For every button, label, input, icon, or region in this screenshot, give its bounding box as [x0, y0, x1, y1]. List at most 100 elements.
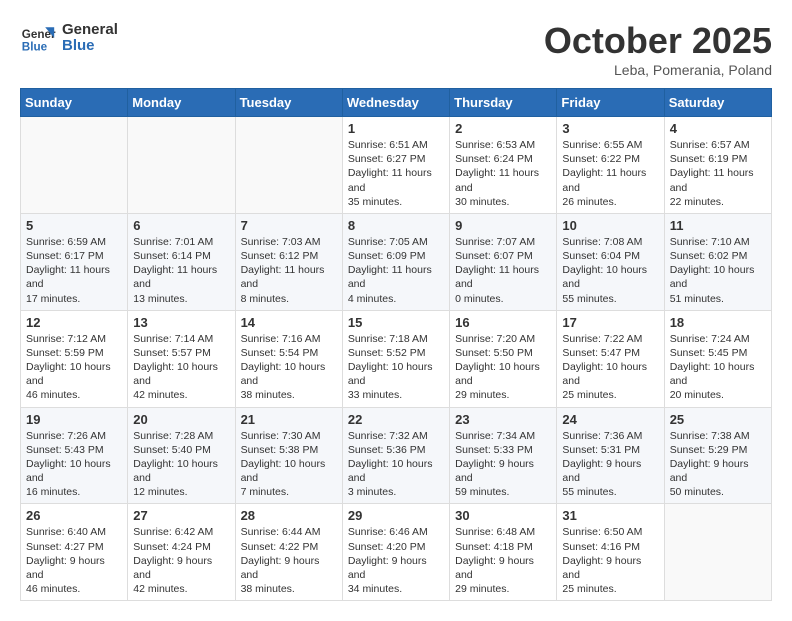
daylight-minutes: 46 minutes. [26, 582, 122, 596]
calendar-cell: 15Sunrise: 7:18 AMSunset: 5:52 PMDayligh… [342, 310, 449, 407]
calendar-cell: 1Sunrise: 6:51 AMSunset: 6:27 PMDaylight… [342, 117, 449, 214]
svg-text:Blue: Blue [22, 41, 48, 54]
col-header-wednesday: Wednesday [342, 89, 449, 117]
daylight-minutes: 16 minutes. [26, 485, 122, 499]
day-number: 28 [241, 508, 337, 523]
daylight-minutes: 25 minutes. [562, 582, 658, 596]
daylight-hours-label: Daylight: 10 hours and [348, 360, 444, 388]
col-header-friday: Friday [557, 89, 664, 117]
title-block: October 2025 Leba, Pomerania, Poland [544, 20, 772, 78]
daylight-hours-label: Daylight: 9 hours and [26, 554, 122, 582]
day-number: 16 [455, 315, 551, 330]
day-number: 31 [562, 508, 658, 523]
calendar-cell: 24Sunrise: 7:36 AMSunset: 5:31 PMDayligh… [557, 407, 664, 504]
calendar-table: SundayMondayTuesdayWednesdayThursdayFrid… [20, 88, 772, 601]
calendar-cell: 18Sunrise: 7:24 AMSunset: 5:45 PMDayligh… [664, 310, 771, 407]
day-number: 24 [562, 412, 658, 427]
daylight-minutes: 4 minutes. [348, 292, 444, 306]
day-number: 19 [26, 412, 122, 427]
daylight-minutes: 38 minutes. [241, 388, 337, 402]
daylight-hours-label: Daylight: 11 hours and [562, 166, 658, 194]
calendar-cell: 23Sunrise: 7:34 AMSunset: 5:33 PMDayligh… [450, 407, 557, 504]
daylight-hours-label: Daylight: 11 hours and [348, 263, 444, 291]
daylight-hours-label: Daylight: 9 hours and [455, 554, 551, 582]
logo-icon: General Blue [20, 20, 56, 56]
calendar-cell: 28Sunrise: 6:44 AMSunset: 4:22 PMDayligh… [235, 504, 342, 601]
day-number: 25 [670, 412, 766, 427]
day-number: 18 [670, 315, 766, 330]
logo-wordmark: General Blue [62, 22, 118, 55]
daylight-minutes: 42 minutes. [133, 388, 229, 402]
calendar-cell [664, 504, 771, 601]
calendar-cell: 30Sunrise: 6:48 AMSunset: 4:18 PMDayligh… [450, 504, 557, 601]
daylight-minutes: 17 minutes. [26, 292, 122, 306]
day-number: 9 [455, 218, 551, 233]
day-number: 29 [348, 508, 444, 523]
day-number: 11 [670, 218, 766, 233]
day-number: 20 [133, 412, 229, 427]
day-number: 30 [455, 508, 551, 523]
location: Leba, Pomerania, Poland [544, 62, 772, 78]
daylight-minutes: 30 minutes. [455, 195, 551, 209]
daylight-minutes: 26 minutes. [562, 195, 658, 209]
daylight-hours-label: Daylight: 11 hours and [455, 263, 551, 291]
month-title: October 2025 [544, 20, 772, 62]
daylight-minutes: 12 minutes. [133, 485, 229, 499]
calendar-cell: 29Sunrise: 6:46 AMSunset: 4:20 PMDayligh… [342, 504, 449, 601]
header-row: SundayMondayTuesdayWednesdayThursdayFrid… [21, 89, 772, 117]
daylight-hours-label: Daylight: 10 hours and [455, 360, 551, 388]
daylight-hours-label: Daylight: 10 hours and [26, 457, 122, 485]
day-number: 8 [348, 218, 444, 233]
daylight-minutes: 29 minutes. [455, 388, 551, 402]
calendar-cell: 16Sunrise: 7:20 AMSunset: 5:50 PMDayligh… [450, 310, 557, 407]
day-number: 7 [241, 218, 337, 233]
daylight-hours-label: Daylight: 10 hours and [670, 360, 766, 388]
daylight-hours-label: Daylight: 10 hours and [26, 360, 122, 388]
daylight-minutes: 34 minutes. [348, 582, 444, 596]
daylight-hours-label: Daylight: 11 hours and [26, 263, 122, 291]
calendar-cell: 12Sunrise: 7:12 AMSunset: 5:59 PMDayligh… [21, 310, 128, 407]
day-number: 14 [241, 315, 337, 330]
calendar-cell: 27Sunrise: 6:42 AMSunset: 4:24 PMDayligh… [128, 504, 235, 601]
day-number: 23 [455, 412, 551, 427]
day-number: 26 [26, 508, 122, 523]
day-number: 3 [562, 121, 658, 136]
daylight-hours-label: Daylight: 9 hours and [455, 457, 551, 485]
calendar-cell: 14Sunrise: 7:16 AMSunset: 5:54 PMDayligh… [235, 310, 342, 407]
day-number: 12 [26, 315, 122, 330]
daylight-hours-label: Daylight: 11 hours and [670, 166, 766, 194]
daylight-minutes: 50 minutes. [670, 485, 766, 499]
daylight-hours-label: Daylight: 11 hours and [241, 263, 337, 291]
calendar-cell: 25Sunrise: 7:38 AMSunset: 5:29 PMDayligh… [664, 407, 771, 504]
daylight-hours-label: Daylight: 10 hours and [670, 263, 766, 291]
calendar-cell: 9Sunrise: 7:07 AMSunset: 6:07 PMDaylight… [450, 213, 557, 310]
calendar-cell: 26Sunrise: 6:40 AMSunset: 4:27 PMDayligh… [21, 504, 128, 601]
day-number: 10 [562, 218, 658, 233]
daylight-hours-label: Daylight: 9 hours and [348, 554, 444, 582]
col-header-sunday: Sunday [21, 89, 128, 117]
calendar-cell: 19Sunrise: 7:26 AMSunset: 5:43 PMDayligh… [21, 407, 128, 504]
calendar-cell: 3Sunrise: 6:55 AMSunset: 6:22 PMDaylight… [557, 117, 664, 214]
daylight-minutes: 51 minutes. [670, 292, 766, 306]
col-header-tuesday: Tuesday [235, 89, 342, 117]
daylight-hours-label: Daylight: 11 hours and [348, 166, 444, 194]
daylight-minutes: 55 minutes. [562, 292, 658, 306]
daylight-hours-label: Daylight: 10 hours and [133, 457, 229, 485]
calendar-cell: 11Sunrise: 7:10 AMSunset: 6:02 PMDayligh… [664, 213, 771, 310]
daylight-minutes: 8 minutes. [241, 292, 337, 306]
calendar-cell: 5Sunrise: 6:59 AMSunset: 6:17 PMDaylight… [21, 213, 128, 310]
calendar-cell: 13Sunrise: 7:14 AMSunset: 5:57 PMDayligh… [128, 310, 235, 407]
daylight-hours-label: Daylight: 9 hours and [562, 457, 658, 485]
daylight-hours-label: Daylight: 11 hours and [455, 166, 551, 194]
calendar-cell [235, 117, 342, 214]
col-header-saturday: Saturday [664, 89, 771, 117]
daylight-minutes: 59 minutes. [455, 485, 551, 499]
calendar-week-5: 26Sunrise: 6:40 AMSunset: 4:27 PMDayligh… [21, 504, 772, 601]
calendar-cell: 4Sunrise: 6:57 AMSunset: 6:19 PMDaylight… [664, 117, 771, 214]
daylight-minutes: 20 minutes. [670, 388, 766, 402]
daylight-minutes: 3 minutes. [348, 485, 444, 499]
day-number: 6 [133, 218, 229, 233]
daylight-minutes: 46 minutes. [26, 388, 122, 402]
daylight-hours-label: Daylight: 10 hours and [133, 360, 229, 388]
daylight-hours-label: Daylight: 9 hours and [562, 554, 658, 582]
